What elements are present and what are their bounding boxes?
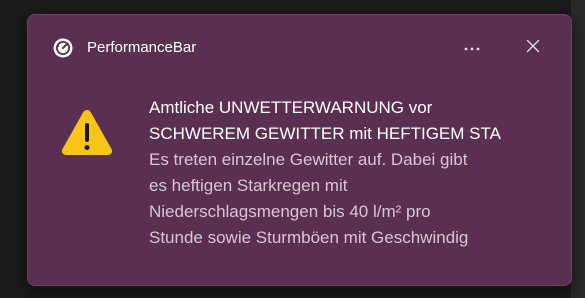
notification-body-line-4: Stunde sowie Sturmböen mit Geschwindig [149,228,469,247]
warning-icon [60,107,114,157]
gauge-icon [52,37,74,59]
more-horizontal-icon [462,39,482,57]
notification-body-line-2: es heftigen Starkregen mit [149,176,348,195]
notification-toast[interactable]: PerformanceBar Amtliche UNWETTERWARNUNG … [27,14,572,286]
notification-body-line-3: Niederschlagsmengen bis 40 l/m² pro [149,202,431,221]
notification-body-line-1: Es treten einzelne Gewitter auf. Dabei g… [149,150,468,169]
notification-header: PerformanceBar [28,15,571,81]
close-button[interactable] [513,33,553,63]
desktop-background [571,0,585,298]
notification-content: Amtliche UNWETTERWARNUNG vor SCHWEREM GE… [149,95,549,251]
notification-title-line-1: Amtliche UNWETTERWARNUNG vor [149,98,433,117]
more-options-button[interactable] [452,33,492,63]
notification-title-line-2: SCHWEREM GEWITTER mit HEFTIGEM STA [149,124,501,143]
app-name: PerformanceBar [87,39,197,56]
close-icon [526,39,540,58]
